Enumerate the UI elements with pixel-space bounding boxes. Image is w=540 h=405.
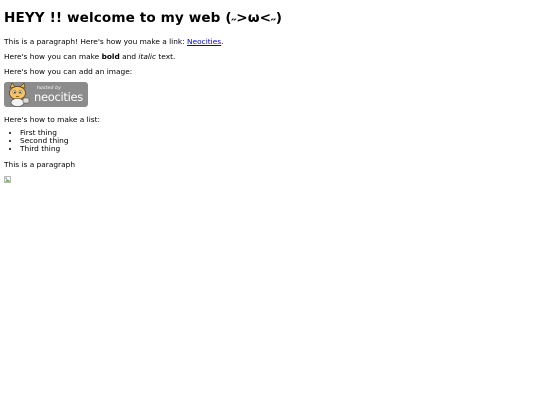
formatting-text-end: text. <box>156 52 176 61</box>
image-intro: Here's how you can add an image: <box>4 67 133 76</box>
closing-paragraph: This is a paragraph <box>4 160 76 169</box>
thing-list: First thing Second thing Third thing <box>4 129 69 153</box>
badge-big-text: neocities <box>34 90 83 104</box>
link-paragraph: This is a paragraph! Here's how you make… <box>4 37 223 47</box>
neocities-link[interactable]: Neocities <box>187 37 221 46</box>
formatting-paragraph: Here's how you can make bold and italic … <box>4 52 175 62</box>
page-title: HEYY !! welcome to my web (˶>ω<˶) <box>4 10 283 26</box>
formatting-text-start: Here's how you can make <box>4 52 102 61</box>
neocities-cat-icon <box>4 82 32 107</box>
italic-text: italic <box>138 52 157 61</box>
list-intro: Here's how to make a list: <box>4 115 100 124</box>
hosted-by-neocities-badge[interactable]: hosted by neocities <box>4 82 88 107</box>
list-item: Third thing <box>20 145 69 153</box>
link-paragraph-end: . <box>221 37 224 46</box>
formatting-text-middle: and <box>119 52 139 61</box>
link-paragraph-text: This is a paragraph! Here's how you make… <box>4 37 188 46</box>
bold-text: bold <box>101 52 120 61</box>
broken-image-icon <box>4 176 11 183</box>
